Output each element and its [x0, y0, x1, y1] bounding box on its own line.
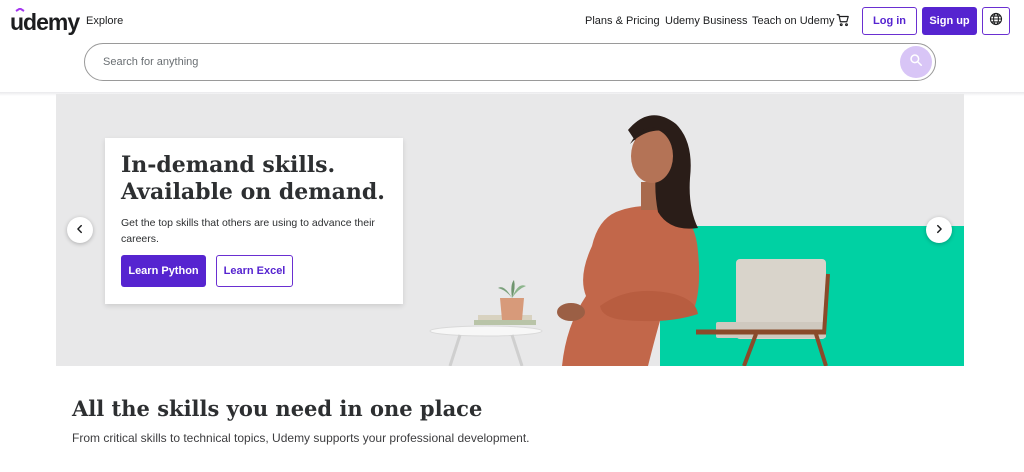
carousel-prev-button[interactable]: [67, 217, 93, 243]
globe-icon: [989, 12, 1003, 31]
login-button[interactable]: Log in: [862, 7, 917, 35]
nav-udemy-business[interactable]: Udemy Business: [665, 15, 748, 27]
search-button[interactable]: [900, 46, 932, 78]
language-button[interactable]: [982, 7, 1010, 35]
section-title: All the skills you need in one place: [72, 396, 483, 421]
nav-teach-on-udemy[interactable]: Teach on Udemy: [752, 15, 835, 27]
explore-menu[interactable]: Explore: [86, 15, 123, 27]
hero-description: Get the top skills that others are using…: [121, 217, 375, 245]
hero-title-line-2: Available on demand.: [121, 179, 385, 205]
search-icon: [909, 53, 923, 72]
hero-card: In-demand skills. Available on demand. G…: [105, 138, 403, 304]
carousel-next-button[interactable]: [926, 217, 952, 243]
chevron-left-icon: [75, 221, 85, 239]
chevron-right-icon: [934, 221, 944, 239]
learn-python-button[interactable]: Learn Python: [121, 255, 206, 287]
hero-title-line-1: In-demand skills.: [121, 152, 336, 178]
search-input[interactable]: [103, 44, 883, 80]
logo-text: udemy: [10, 9, 80, 35]
signup-button[interactable]: Sign up: [922, 7, 977, 35]
shopping-cart-icon[interactable]: [836, 13, 850, 27]
learn-excel-button[interactable]: Learn Excel: [216, 255, 293, 287]
section-subtitle: From critical skills to technical topics…: [72, 431, 530, 445]
search-bar: [84, 43, 936, 81]
nav-plans-pricing[interactable]: Plans & Pricing: [585, 15, 660, 27]
hero-title: In-demand skills. Available on demand.: [121, 152, 391, 206]
udemy-logo[interactable]: udemy: [10, 8, 80, 36]
top-header: udemy Explore Plans & Pricing Udemy Busi…: [0, 0, 1024, 92]
